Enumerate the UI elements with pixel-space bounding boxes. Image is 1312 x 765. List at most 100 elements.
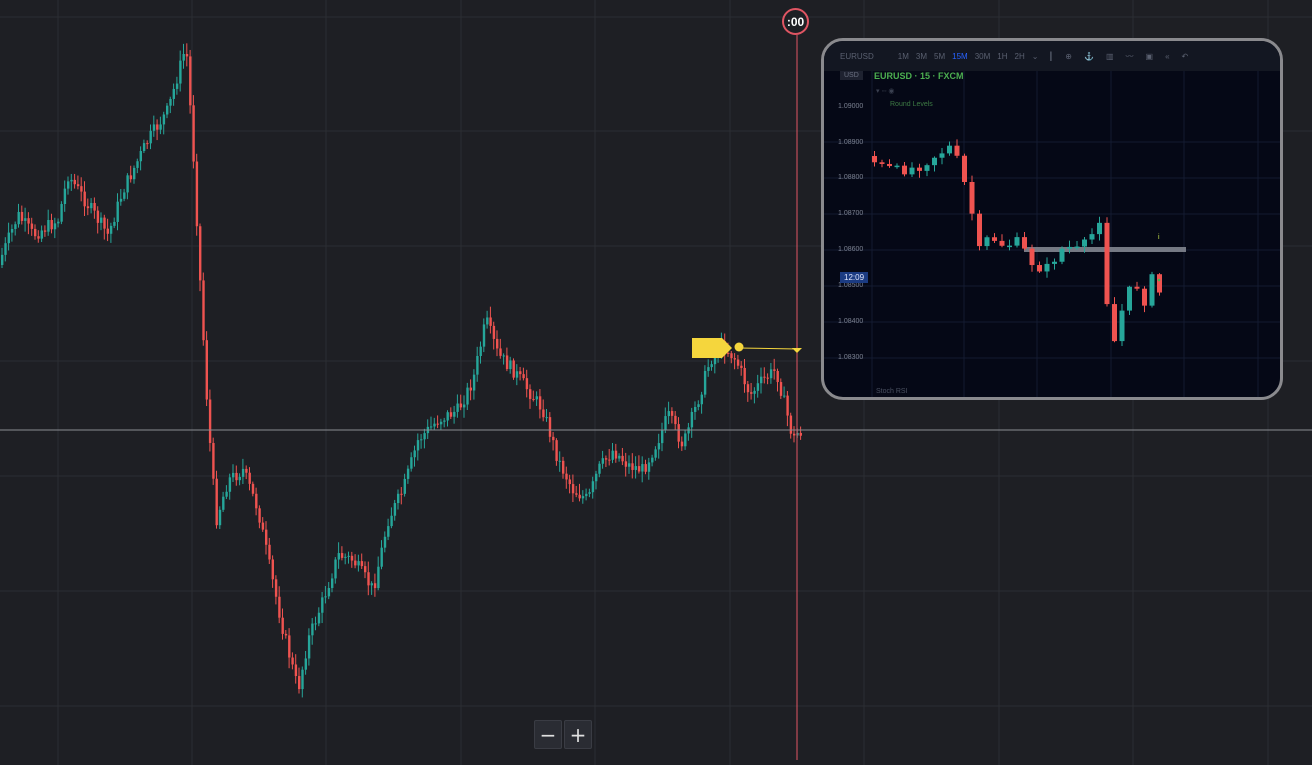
inset-candle-body [909, 167, 915, 175]
candle-body [532, 398, 535, 400]
candle-body [601, 458, 604, 464]
candle-body [17, 211, 20, 225]
candle-body [106, 228, 109, 234]
interval-1h[interactable]: 1H [997, 52, 1007, 61]
candle-body [453, 411, 456, 417]
interval-15m[interactable]: 15M [952, 52, 968, 61]
interval-2h[interactable]: 2H [1015, 52, 1025, 61]
inset-price-tick: 1.08300 [838, 354, 864, 361]
candle-body [387, 526, 390, 537]
add-indicator-icon[interactable]: ⊕ [1065, 52, 1072, 61]
candle-body [522, 374, 525, 379]
candle-body [268, 544, 271, 560]
candle-body [40, 230, 43, 239]
candle-body [486, 317, 489, 325]
alert-icon[interactable]: ▣ [1146, 52, 1154, 61]
candle-body [740, 365, 743, 368]
anchor-icon[interactable]: ⚓ [1084, 52, 1094, 61]
chevron-down-icon[interactable]: ⌄ [1032, 52, 1039, 61]
alert-dot[interactable] [734, 342, 744, 352]
replay-icon[interactable]: « [1165, 52, 1169, 61]
candle-body [245, 468, 248, 473]
candle-body [446, 412, 449, 421]
zoom-out-button[interactable]: − [534, 720, 562, 749]
candle-body [393, 503, 397, 516]
inset-candle-body [894, 165, 900, 168]
candle-body [298, 676, 301, 690]
candle-body [684, 433, 687, 447]
candle-body [763, 376, 766, 378]
candle-body [202, 280, 205, 341]
candle-body [225, 491, 228, 497]
candle-body [505, 355, 509, 370]
inset-candle-body [992, 237, 997, 241]
candle-body [694, 406, 697, 412]
candle-body [664, 416, 667, 430]
alert-end-triangle-icon [792, 348, 802, 353]
candle-body [288, 635, 291, 658]
interval-30m[interactable]: 30M [975, 52, 991, 61]
candle-body [661, 429, 664, 444]
candle-body [63, 188, 67, 205]
price-alert-marker[interactable] [692, 338, 802, 358]
zoom-in-button[interactable]: + [564, 720, 592, 749]
candle-body [129, 175, 133, 180]
templates-icon[interactable]: 〰 [1126, 51, 1134, 62]
candle-body [420, 439, 423, 441]
candle-body [1, 254, 4, 265]
candle-body [373, 583, 377, 589]
candle-body [571, 484, 575, 494]
inset-price-tick: 1.08400 [838, 318, 864, 325]
inset-stoch-label: Stoch RSI [876, 388, 908, 395]
candle-body [70, 179, 73, 182]
candle-body [397, 493, 400, 504]
candlestick-series [1, 43, 802, 698]
candle-body [568, 479, 571, 485]
candle-body [410, 457, 413, 469]
candle-body [750, 392, 753, 394]
candle-body [116, 201, 119, 222]
inset-candle-body [887, 163, 892, 167]
candle-body [175, 83, 179, 89]
candle-body [433, 423, 436, 427]
candle-body [707, 367, 710, 371]
candle-body [406, 468, 410, 479]
candle-body [631, 463, 634, 470]
interval-5m[interactable]: 5M [934, 52, 945, 61]
undo-icon[interactable]: ↶ [1182, 52, 1189, 61]
candle-body [189, 56, 192, 106]
inset-candle-body [954, 145, 960, 156]
inset-price-tick: 1.09000 [838, 103, 864, 110]
candle-body [634, 466, 637, 470]
candle-body [162, 114, 166, 125]
interval-1m[interactable]: 1M [898, 52, 909, 61]
candle-body [466, 387, 469, 405]
candle-type-icon[interactable]: ┃ [1048, 52, 1053, 61]
candle-body [400, 493, 403, 495]
candle-body [30, 223, 34, 229]
candle-body [261, 522, 265, 530]
inset-grid [824, 71, 1280, 397]
inset-price-tick: 1.08700 [838, 210, 864, 217]
alert-flag-icon[interactable] [692, 338, 732, 358]
candle-body [199, 226, 202, 281]
candle-body [321, 597, 324, 613]
candle-body [311, 623, 314, 636]
inset-chart-screenshot: EURUSD 1M 3M 5M 15M 30M 1H 2H ⌄ ┃ ⊕ ⚓ ▥ … [821, 38, 1283, 400]
candle-body [4, 243, 7, 255]
candle-body [139, 151, 142, 162]
indicators-icon[interactable]: ▥ [1106, 52, 1114, 61]
interval-3m[interactable]: 3M [916, 52, 927, 61]
candle-body [14, 224, 17, 230]
candle-body [304, 658, 307, 670]
candle-body [793, 433, 796, 436]
candle-body [222, 496, 225, 510]
candle-body [317, 612, 321, 624]
inset-candle-body [1052, 261, 1057, 264]
candle-body [192, 105, 195, 162]
candle-body [703, 370, 707, 395]
candle-body [621, 455, 624, 462]
candle-body [611, 450, 614, 460]
inset-collapse-icon[interactable]: ▾ ◦◦ ◉ [876, 87, 894, 95]
candle-body [347, 555, 350, 557]
